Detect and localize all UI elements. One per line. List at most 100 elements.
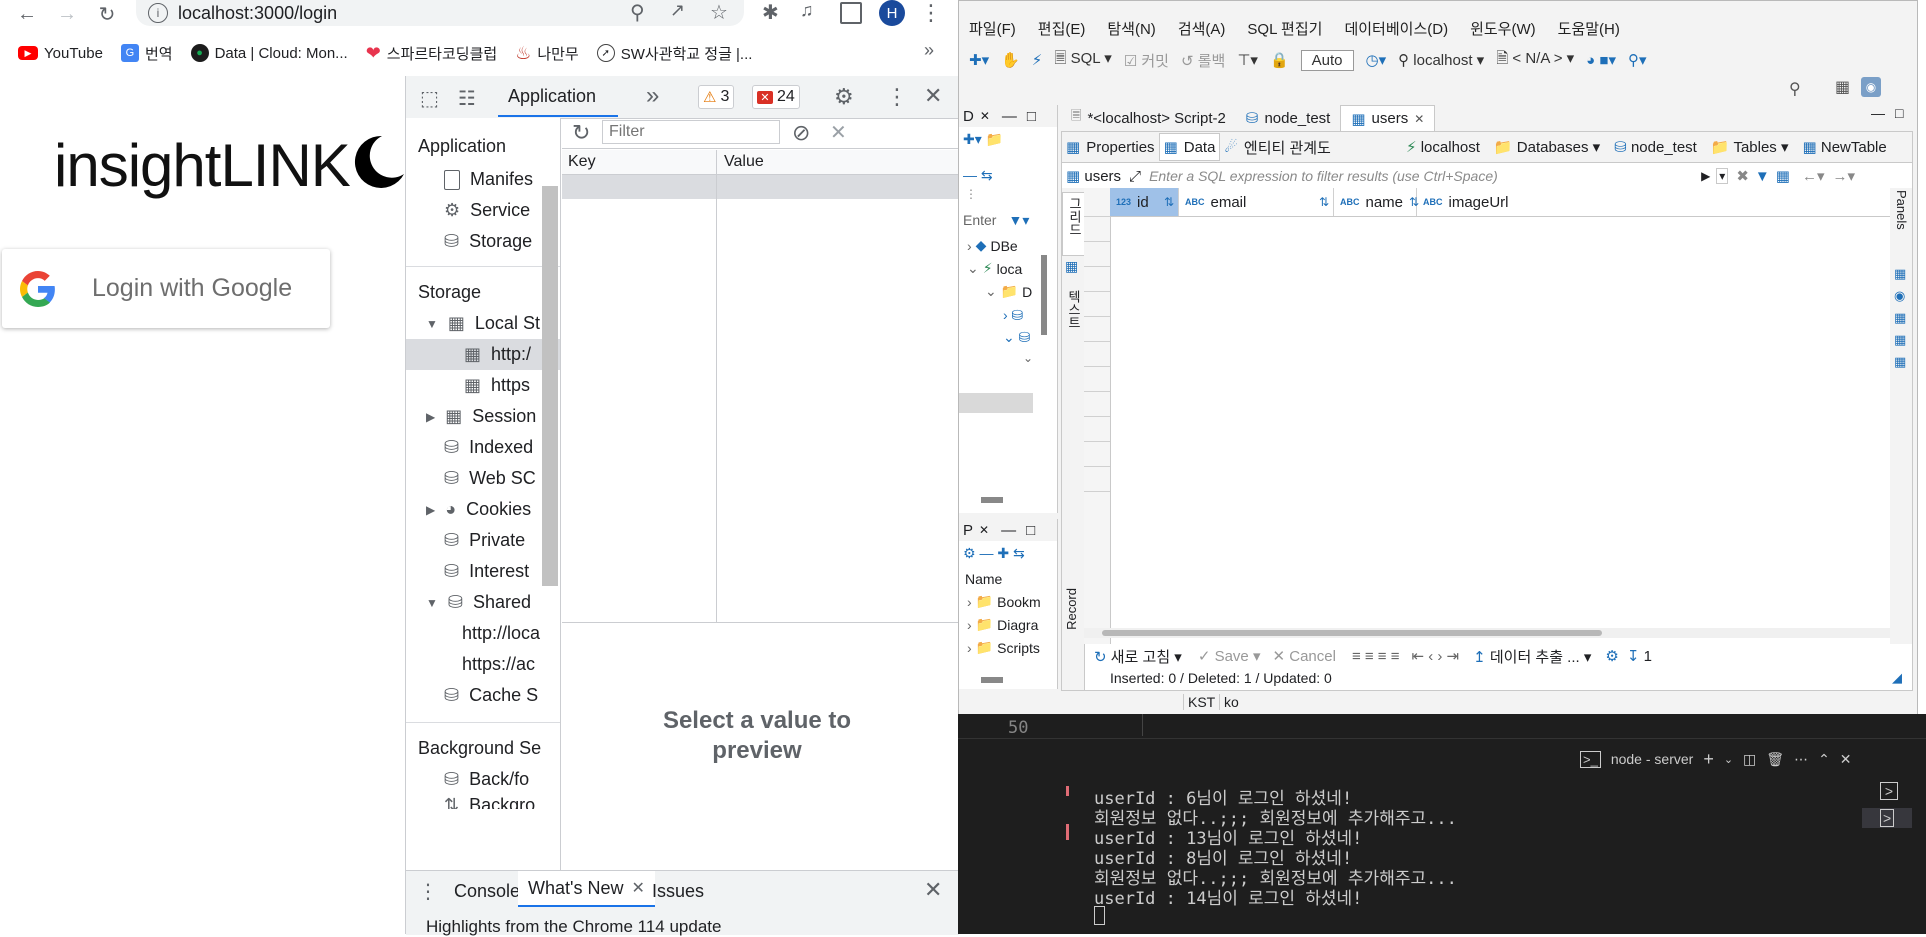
- clear-filter-icon[interactable]: ✖: [1736, 167, 1749, 185]
- cancel-button[interactable]: ✕ Cancel: [1272, 647, 1335, 665]
- bookmark-namu[interactable]: ♨ 나만무: [515, 40, 579, 66]
- extensions-icon[interactable]: ✱: [762, 0, 779, 25]
- history-icon[interactable]: ◷▾: [1366, 51, 1387, 69]
- sidebar-item-back-forward-cache[interactable]: ⛁ Back/fo: [444, 764, 529, 795]
- sidebar-item-websql[interactable]: ⛁ Web SC: [444, 463, 536, 494]
- grid-hscrollbar[interactable]: [1084, 628, 1890, 638]
- forward-icon[interactable]: →: [52, 0, 82, 28]
- drawer-tab-whats-new[interactable]: What's New ✕: [518, 871, 655, 907]
- table-row-selected[interactable]: [562, 175, 959, 199]
- pagination-icons[interactable]: ⇤ ‹ › ⇥: [1411, 647, 1459, 665]
- editor-tab-users[interactable]: ▦ users ✕: [1340, 104, 1436, 132]
- sidebar-item-local-storage[interactable]: ▼ ▦ Local St: [426, 308, 540, 339]
- terminal-output[interactable]: userId : 6님이 로그인 하셨네! 회원정보 없다..;;; 회원정보에…: [1094, 784, 1457, 925]
- sidebar-item-shared-storage[interactable]: ▼ ⛁ Shared: [426, 587, 531, 618]
- bookmark-translate[interactable]: G 번역: [120, 40, 173, 66]
- lock-icon[interactable]: 🔒: [1270, 51, 1289, 69]
- menu-navigate[interactable]: 탐색(N): [1107, 18, 1155, 39]
- commit-button[interactable]: ☑ 커밋: [1124, 50, 1169, 71]
- back-icon[interactable]: ←: [12, 0, 42, 28]
- panel-icon[interactable]: ▦: [1894, 310, 1906, 326]
- dashboard-icon[interactable]: ◕ ■▾: [1586, 51, 1616, 69]
- close-devtools-icon[interactable]: ✕: [924, 83, 942, 109]
- apply-filter-icon[interactable]: ▶: [1701, 169, 1710, 183]
- devtools-menu-icon[interactable]: ⋮: [886, 84, 908, 110]
- disconnect-icon[interactable]: ✋: [1001, 51, 1020, 69]
- more-tabs-icon[interactable]: »: [646, 82, 659, 110]
- transaction-mode-icon[interactable]: ⊤▾: [1237, 51, 1258, 69]
- bookmark-youtube[interactable]: ▶ YouTube: [18, 40, 103, 66]
- terminal-list-item-active[interactable]: >: [1862, 808, 1912, 828]
- sidebar-item-shared-http[interactable]: http://loca: [462, 618, 540, 649]
- maximize-icon[interactable]: □: [1026, 522, 1035, 539]
- panel-icon[interactable]: ◉: [1894, 288, 1905, 304]
- zoom-icon[interactable]: ⚲: [630, 0, 645, 25]
- tree-item-localhost[interactable]: ⌄ ⚡ loca: [967, 260, 1022, 277]
- minimize-editor-icon[interactable]: —: [1871, 105, 1885, 121]
- clear-all-icon[interactable]: ⊘: [792, 120, 810, 146]
- terminal-dropdown-icon[interactable]: ⌄: [1724, 753, 1733, 766]
- rollback-button[interactable]: ↺ 롤백: [1181, 50, 1225, 71]
- address-bar[interactable]: i localhost:3000/login ⚲ ↗ ☆: [136, 0, 744, 26]
- side-panel-icon[interactable]: [840, 2, 862, 24]
- chrome-menu-icon[interactable]: ⋮: [920, 0, 942, 26]
- filter-history-icon[interactable]: ▾: [1716, 168, 1729, 184]
- panel-icon[interactable]: ▦: [1894, 354, 1906, 370]
- star-icon[interactable]: ☆: [710, 0, 728, 25]
- share-icon[interactable]: ↗: [670, 0, 685, 21]
- editor-tab-script[interactable]: 🗏 *<localhost> Script-2: [1061, 105, 1236, 131]
- sql-editor-button[interactable]: 🗏 SQL ▾: [1054, 48, 1111, 73]
- editor-tab-node-test[interactable]: ⛁ node_test: [1236, 105, 1340, 131]
- navigator-vscrollbar[interactable]: [1041, 255, 1047, 335]
- column-header-email[interactable]: ABC email ⇅: [1179, 188, 1334, 216]
- drawer-tab-issues[interactable]: Issues: [652, 881, 704, 902]
- reload-icon[interactable]: ↻: [92, 0, 122, 28]
- filter-save-icon[interactable]: ▦: [1776, 167, 1790, 185]
- new-connection-icon[interactable]: ✚▾: [969, 51, 989, 69]
- menu-database[interactable]: 데이터베이스(D): [1344, 18, 1448, 39]
- export-button[interactable]: ↥ 데이터 추출 ... ▾: [1473, 646, 1591, 667]
- settings-gear-icon[interactable]: ⚙: [834, 84, 854, 110]
- tab-application[interactable]: Application: [508, 86, 596, 107]
- menu-edit[interactable]: 편집(E): [1038, 18, 1086, 39]
- trash-icon[interactable]: 🗑: [1766, 751, 1784, 768]
- perspective-icon[interactable]: ▦: [1835, 77, 1850, 97]
- filter-settings-icon[interactable]: ▼: [1755, 168, 1770, 185]
- sidebar-item-private-state-tokens[interactable]: ⛁ Private: [444, 525, 525, 556]
- tree-item-db-expanded[interactable]: ⌄ ⛁: [1003, 329, 1030, 346]
- menu-window[interactable]: 윈도우(W): [1470, 18, 1536, 39]
- sidebar-item-manifest[interactable]: Manifes: [444, 164, 533, 195]
- locale[interactable]: ko: [1219, 694, 1239, 710]
- inspect-element-icon[interactable]: ⬚: [420, 86, 439, 111]
- subtab-data[interactable]: ▦ Data: [1158, 133, 1221, 161]
- dbeaver-perspective-icon[interactable]: ◉: [1861, 77, 1881, 97]
- split-terminal-icon[interactable]: ◫: [1743, 751, 1756, 768]
- sidebar-vscrollbar[interactable]: [542, 186, 558, 586]
- breadcrumb-databases[interactable]: 📁 Databases ▾: [1494, 138, 1600, 156]
- panel-toggle-icon[interactable]: ◢: [1892, 670, 1902, 686]
- active-schema-selector[interactable]: 🗎 < N/A > ▾: [1496, 48, 1574, 73]
- sidebar-item-cookies[interactable]: ▶ ◕ Cookies: [426, 494, 531, 525]
- breadcrumb-newtable[interactable]: ▦ NewTable: [1803, 138, 1887, 156]
- tree-item-databases[interactable]: ⌄ 📁 D: [985, 283, 1032, 300]
- menu-sql-editor[interactable]: SQL 편집기: [1247, 18, 1322, 39]
- edit-row-icons[interactable]: ≡ ≡ ≡ ≡: [1352, 648, 1400, 665]
- bookmark-jungle[interactable]: ➚ SW사관학교 정글 |...: [596, 40, 752, 66]
- device-toggle-icon[interactable]: ☷: [458, 86, 476, 111]
- drawer-menu-icon[interactable]: ⋮: [418, 879, 438, 904]
- tree-item-dbeaver[interactable]: › ◆ DBe: [967, 237, 1018, 254]
- sidebar-item-background-fetch[interactable]: ⇅ Backgro: [444, 795, 535, 809]
- column-header-id[interactable]: 123 id ⇅: [1110, 188, 1179, 216]
- sql-filter-input[interactable]: Enter a SQL expression to filter results…: [1149, 168, 1695, 184]
- connect-icon[interactable]: ⚡: [1032, 51, 1043, 69]
- nav-back-icon[interactable]: ←▾: [1802, 167, 1825, 185]
- save-button[interactable]: ✓ Save ▾: [1198, 647, 1261, 665]
- active-connection-selector[interactable]: ⚲ localhost ▾: [1398, 51, 1484, 69]
- timezone[interactable]: KST: [1183, 694, 1215, 710]
- filter-input[interactable]: [602, 120, 780, 144]
- close-drawer-icon[interactable]: ✕: [924, 877, 942, 903]
- project-item-scripts[interactable]: › 📁 Scripts: [967, 639, 1040, 656]
- maximize-editor-icon[interactable]: □: [1895, 105, 1903, 121]
- drawer-tab-console[interactable]: Console: [454, 881, 520, 902]
- close-panel-icon[interactable]: ✕: [1840, 751, 1852, 768]
